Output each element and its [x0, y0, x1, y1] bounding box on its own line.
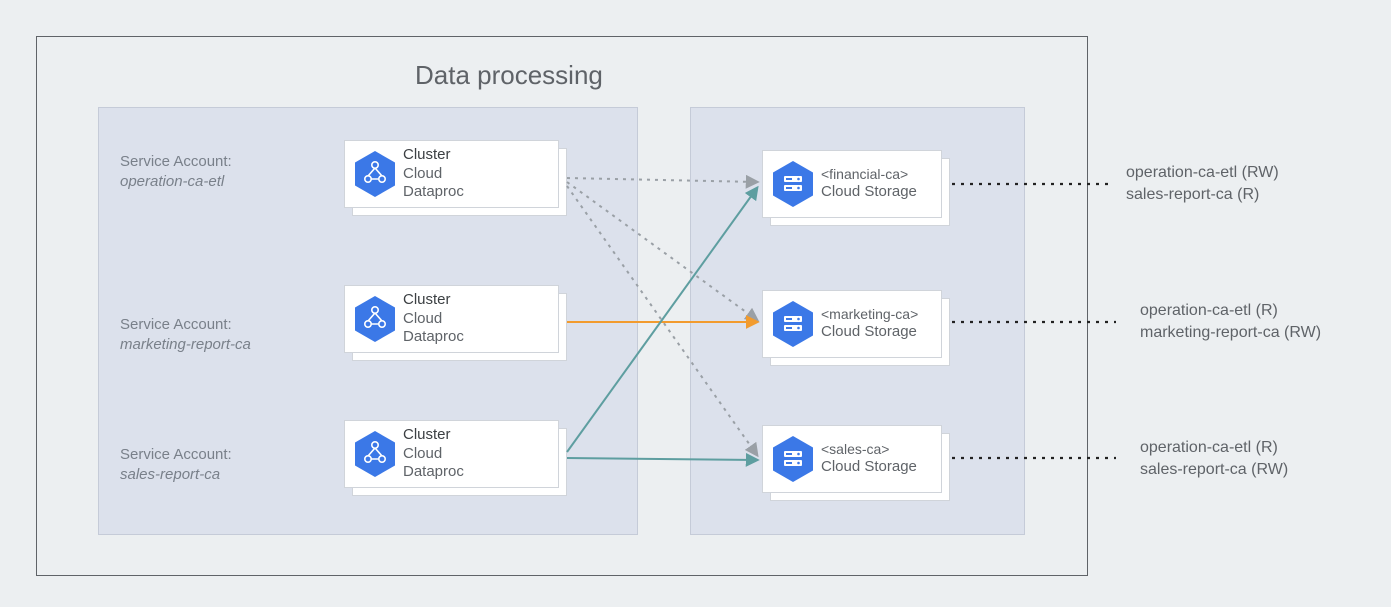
dataproc-icon: [355, 431, 395, 477]
permissions-c: operation-ca-etl (R) sales-report-ca (RW…: [1140, 437, 1288, 482]
permissions-b: operation-ca-etl (R) marketing-report-ca…: [1140, 300, 1321, 345]
storage-card-a: <financial-ca> Cloud Storage: [762, 150, 942, 218]
service-account-a: Service Account: operation-ca-etl: [120, 152, 232, 193]
storage-card-c: <sales-ca> Cloud Storage: [762, 425, 942, 493]
cluster-card-a: Cluster Cloud Dataproc: [344, 140, 559, 208]
permissions-a: operation-ca-etl (RW) sales-report-ca (R…: [1126, 162, 1279, 207]
cluster-card-b: Cluster Cloud Dataproc: [344, 285, 559, 353]
cloud-storage-icon: [773, 436, 813, 482]
cloud-storage-icon: [773, 161, 813, 207]
service-account-b: Service Account: marketing-report-ca: [120, 315, 251, 356]
cloud-storage-icon: [773, 301, 813, 347]
storage-card-b: <marketing-ca> Cloud Storage: [762, 290, 942, 358]
diagram-title: Data processing: [415, 60, 603, 91]
service-account-c: Service Account: sales-report-ca: [120, 445, 232, 486]
dataproc-icon: [355, 296, 395, 342]
cluster-card-c: Cluster Cloud Dataproc: [344, 420, 559, 488]
dataproc-icon: [355, 151, 395, 197]
